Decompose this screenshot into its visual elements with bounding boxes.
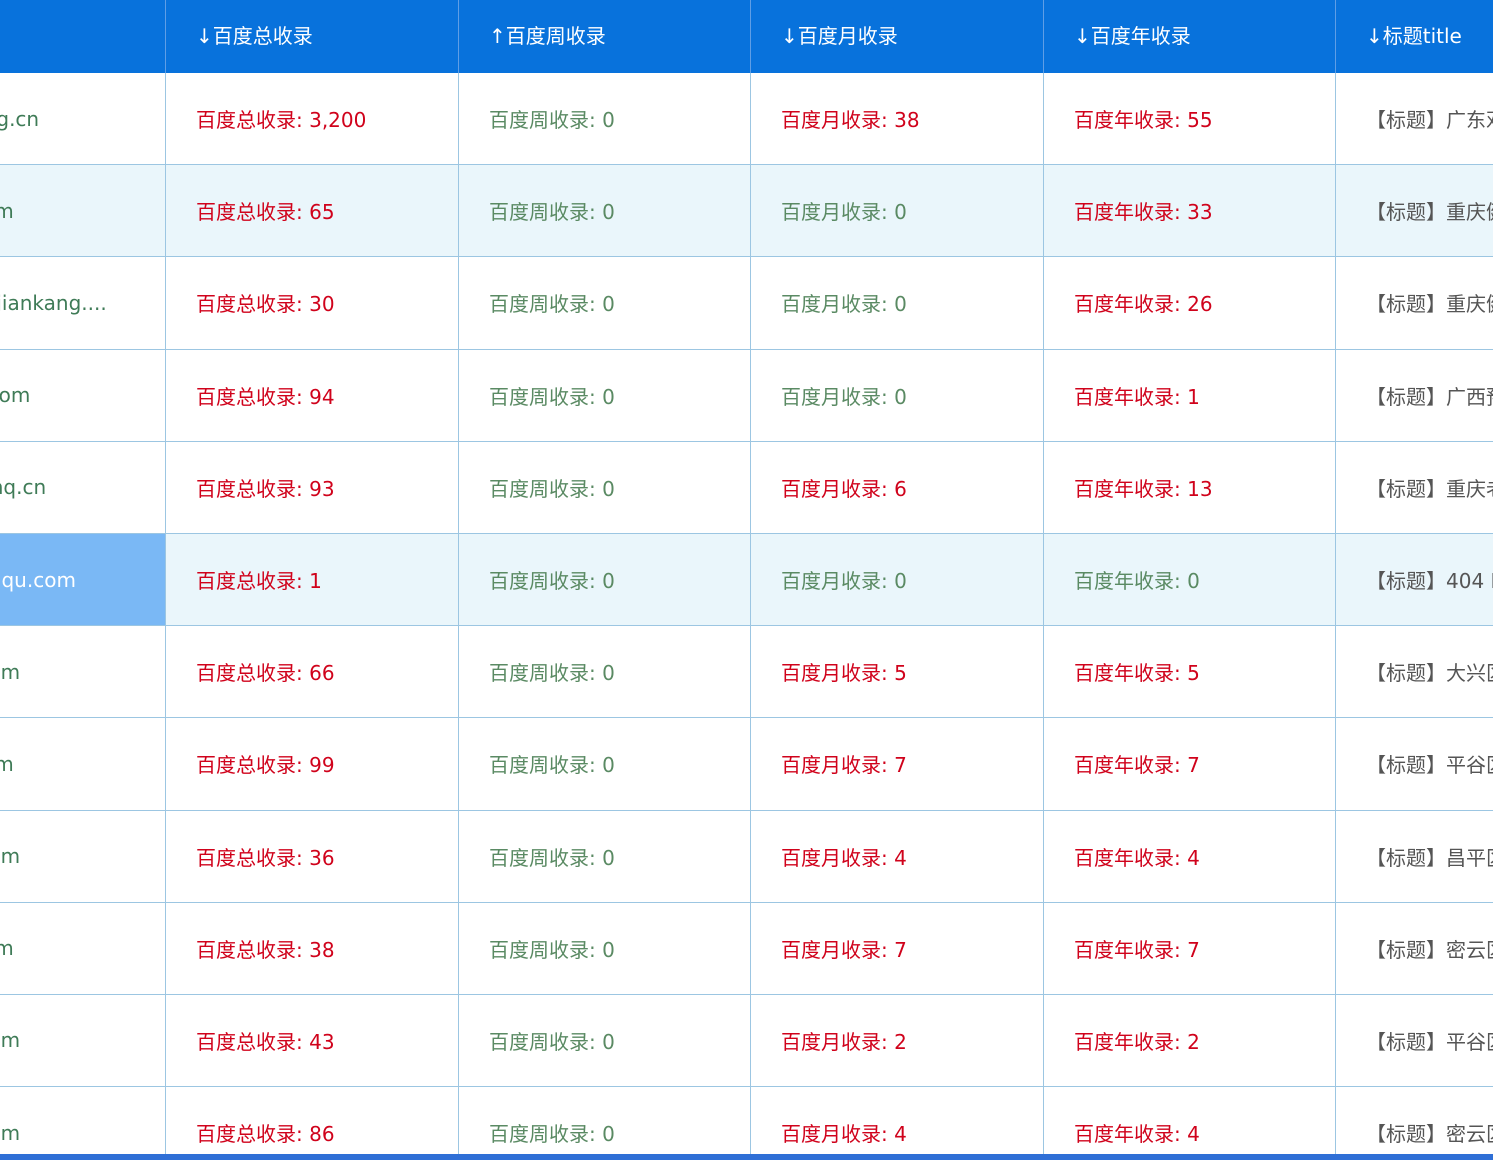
- cell-week-index: 百度周收录: 0: [458, 718, 750, 810]
- cell-title: 【标题】重庆健: [1335, 165, 1493, 257]
- cell-month-index: 百度月收录: 0: [750, 257, 1043, 349]
- cell-total-index: 百度总收录: 93: [165, 441, 458, 533]
- cell-month-index: 百度月收录: 4: [750, 810, 1043, 902]
- table-row[interactable]: bhg.cn百度总收录: 3,200百度周收录: 0百度月收录: 38百度年收录…: [0, 73, 1493, 166]
- cell-week-index: 百度周收录: 0: [458, 994, 750, 1087]
- cell-year-index: 百度年收录: 5: [1043, 626, 1335, 718]
- cell-year-index: 百度年收录: 2: [1043, 994, 1335, 1087]
- cell-month-index: 百度月收录: 0: [750, 349, 1043, 441]
- cell-year-index: 百度年收录: 26: [1043, 257, 1335, 349]
- cell-month-index: 百度月收录: 7: [750, 902, 1043, 994]
- cell-month-index: 百度月收录: 38: [750, 73, 1043, 165]
- table-row[interactable]: v.com百度总收录: 94百度周收录: 0百度月收录: 0百度年收录: 1【标…: [0, 349, 1493, 442]
- cell-month-index: 百度月收录: 4: [750, 1087, 1043, 1160]
- table-row[interactable]: com百度总收录: 38百度周收录: 0百度月收录: 7百度年收录: 7【标题】…: [0, 902, 1493, 995]
- cell-domain[interactable]: aluqu.com: [0, 533, 165, 626]
- cell-domain[interactable]: bhg.cn: [0, 73, 165, 164]
- cell-title: 【标题】广西预: [1335, 349, 1493, 441]
- cell-year-index: 百度年收录: 0: [1043, 533, 1335, 626]
- cell-domain[interactable]: com: [0, 718, 165, 809]
- cell-domain[interactable]: v.com: [0, 350, 165, 441]
- cell-week-index: 百度周收录: 0: [458, 257, 750, 349]
- cell-domain[interactable]: ngjiankang....: [0, 257, 165, 348]
- cell-year-index: 百度年收录: 55: [1043, 73, 1335, 165]
- cell-domain[interactable]: com: [0, 165, 165, 256]
- cell-title: 【标题】重庆健: [1335, 257, 1493, 349]
- cell-year-index: 百度年收录: 1: [1043, 349, 1335, 441]
- cell-month-index: 百度月收录: 6: [750, 441, 1043, 533]
- cell-title: 【标题】昌平区: [1335, 810, 1493, 902]
- cell-title: 【标题】大兴区: [1335, 626, 1493, 718]
- cell-total-index: 百度总收录: 30: [165, 257, 458, 349]
- cell-year-index: 百度年收录: 7: [1043, 718, 1335, 810]
- cell-week-index: 百度周收录: 0: [458, 533, 750, 626]
- header-sort-week[interactable]: ↑百度周收录: [458, 0, 750, 73]
- header-sort-month[interactable]: ↓百度月收录: [750, 0, 1043, 73]
- cell-total-index: 百度总收录: 3,200: [165, 73, 458, 165]
- cell-title: 【标题】重庆老: [1335, 441, 1493, 533]
- table-viewport: ↓百度总收录 ↑百度周收录 ↓百度月收录 ↓百度年收录 ↓标题title bhg…: [0, 0, 1493, 1160]
- cell-total-index: 百度总收录: 94: [165, 349, 458, 441]
- cell-domain[interactable]: .com: [0, 1087, 165, 1160]
- cell-title: 【标题】平谷区: [1335, 994, 1493, 1087]
- cell-title: 【标题】密云区: [1335, 902, 1493, 994]
- cell-domain[interactable]: fhhq.cn: [0, 442, 165, 533]
- cell-total-index: 百度总收录: 86: [165, 1087, 458, 1160]
- table-row[interactable]: fhhq.cn百度总收录: 93百度周收录: 0百度月收录: 6百度年收录: 1…: [0, 441, 1493, 534]
- table-row[interactable]: com百度总收录: 99百度周收录: 0百度月收录: 7百度年收录: 7【标题】…: [0, 718, 1493, 811]
- cell-domain[interactable]: .com: [0, 626, 165, 717]
- header-sort-title[interactable]: ↓标题title: [1335, 0, 1493, 73]
- table-row[interactable]: .com百度总收录: 43百度周收录: 0百度月收录: 2百度年收录: 2【标题…: [0, 994, 1493, 1088]
- cell-title: 【标题】404 N: [1335, 533, 1493, 626]
- table-row[interactable]: .com百度总收录: 86百度周收录: 0百度月收录: 4百度年收录: 4【标题…: [0, 1087, 1493, 1160]
- header-sort-total[interactable]: ↓百度总收录: [165, 0, 458, 73]
- cell-total-index: 百度总收录: 65: [165, 165, 458, 257]
- cell-month-index: 百度月收录: 0: [750, 533, 1043, 626]
- cell-week-index: 百度周收录: 0: [458, 902, 750, 994]
- table-row[interactable]: aluqu.com百度总收录: 1百度周收录: 0百度月收录: 0百度年收录: …: [0, 533, 1493, 627]
- cell-total-index: 百度总收录: 99: [165, 718, 458, 810]
- cell-week-index: 百度周收录: 0: [458, 165, 750, 257]
- cell-domain[interactable]: .com: [0, 811, 165, 902]
- cell-total-index: 百度总收录: 38: [165, 902, 458, 994]
- cell-total-index: 百度总收录: 1: [165, 533, 458, 626]
- horizontal-scrollbar[interactable]: [0, 1154, 1493, 1160]
- cell-week-index: 百度周收录: 0: [458, 73, 750, 165]
- cell-year-index: 百度年收录: 7: [1043, 902, 1335, 994]
- header-domain: [0, 0, 165, 73]
- cell-week-index: 百度周收录: 0: [458, 810, 750, 902]
- cell-domain[interactable]: .com: [0, 995, 165, 1086]
- cell-year-index: 百度年收录: 4: [1043, 1087, 1335, 1160]
- cell-week-index: 百度周收录: 0: [458, 441, 750, 533]
- cell-title: 【标题】平谷区: [1335, 718, 1493, 810]
- cell-domain[interactable]: com: [0, 903, 165, 994]
- cell-title: 【标题】广东邓: [1335, 73, 1493, 165]
- data-table: ↓百度总收录 ↑百度周收录 ↓百度月收录 ↓百度年收录 ↓标题title bhg…: [0, 0, 1493, 1160]
- cell-title: 【标题】密云区: [1335, 1087, 1493, 1160]
- cell-month-index: 百度月收录: 2: [750, 994, 1043, 1087]
- cell-week-index: 百度周收录: 0: [458, 1087, 750, 1160]
- table-row[interactable]: .com百度总收录: 66百度周收录: 0百度月收录: 5百度年收录: 5【标题…: [0, 626, 1493, 719]
- cell-week-index: 百度周收录: 0: [458, 349, 750, 441]
- cell-month-index: 百度月收录: 0: [750, 165, 1043, 257]
- header-sort-year[interactable]: ↓百度年收录: [1043, 0, 1335, 73]
- table-row[interactable]: com百度总收录: 65百度周收录: 0百度月收录: 0百度年收录: 33【标题…: [0, 165, 1493, 258]
- table-body: bhg.cn百度总收录: 3,200百度周收录: 0百度月收录: 38百度年收录…: [0, 73, 1493, 1160]
- table-header: ↓百度总收录 ↑百度周收录 ↓百度月收录 ↓百度年收录 ↓标题title: [0, 0, 1493, 73]
- cell-total-index: 百度总收录: 36: [165, 810, 458, 902]
- table-row[interactable]: ngjiankang....百度总收录: 30百度周收录: 0百度月收录: 0百…: [0, 257, 1493, 350]
- cell-year-index: 百度年收录: 13: [1043, 441, 1335, 533]
- cell-total-index: 百度总收录: 43: [165, 994, 458, 1087]
- cell-week-index: 百度周收录: 0: [458, 626, 750, 718]
- cell-month-index: 百度月收录: 7: [750, 718, 1043, 810]
- table-row[interactable]: .com百度总收录: 36百度周收录: 0百度月收录: 4百度年收录: 4【标题…: [0, 810, 1493, 903]
- cell-year-index: 百度年收录: 4: [1043, 810, 1335, 902]
- cell-year-index: 百度年收录: 33: [1043, 165, 1335, 257]
- cell-month-index: 百度月收录: 5: [750, 626, 1043, 718]
- cell-total-index: 百度总收录: 66: [165, 626, 458, 718]
